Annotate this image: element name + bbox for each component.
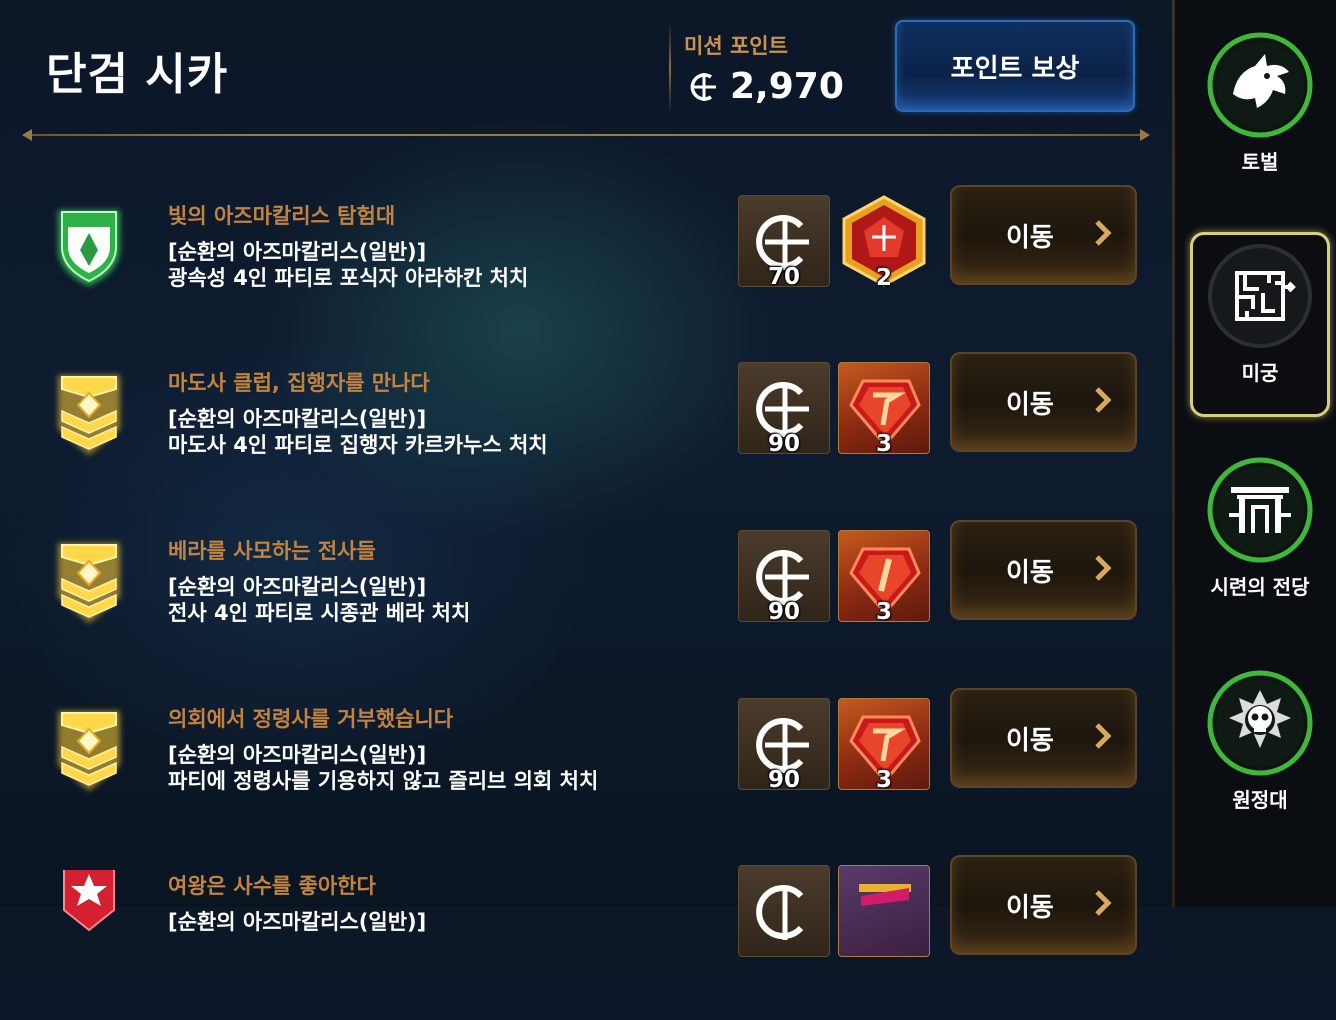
gold-chevron-icon xyxy=(58,375,120,455)
points-reward-tile: 90 xyxy=(738,362,830,454)
mission-row: 마도사 클럽, 집행자를 만나다 [순환의 아즈마칼리스(일반)] 마도사 4인… xyxy=(0,352,1172,517)
sidebar-item-trial-hall[interactable]: 시련의 전당 xyxy=(1190,457,1330,600)
points-reward-tile: 90 xyxy=(738,530,830,622)
points-reward-tile: 90 xyxy=(738,698,830,790)
mission-name: 베라를 사모하는 전사들 xyxy=(168,539,376,563)
chevron-right-icon xyxy=(1095,555,1112,581)
gem-reward-tile: 3 xyxy=(838,530,930,622)
header-divider xyxy=(26,134,1148,136)
page-title: 단검 시카 xyxy=(46,49,229,100)
mission-condition: 마도사 4인 파티로 집행자 카르카누스 처치 xyxy=(168,433,548,457)
move-button[interactable]: 이동 xyxy=(950,520,1137,620)
mission-points-label: 미션 포인트 xyxy=(684,34,788,58)
green-shield-icon xyxy=(58,210,120,286)
points-reward-tile xyxy=(738,865,830,957)
points-amount: 90 xyxy=(767,431,800,454)
mission-name: 여왕은 사수를 좋아한다 xyxy=(168,874,376,898)
mission-panel: 단검 시카 미션 포인트 2,970 포인트 보상 빛의 아즈마칼리스 탐험대 … xyxy=(0,0,1172,957)
divider-cap-icon xyxy=(1140,129,1150,141)
weapon-icon xyxy=(859,884,911,906)
move-button[interactable]: 이동 xyxy=(950,352,1137,452)
skull-icon xyxy=(1207,670,1313,776)
points-reward-tile: 70 xyxy=(738,195,830,287)
move-button[interactable]: 이동 xyxy=(950,185,1137,285)
divider-cap-icon xyxy=(22,129,32,141)
gem-amount: 3 xyxy=(875,767,892,790)
gem-reward-tile: 3 xyxy=(838,362,930,454)
mission-dungeon: [순환의 아즈마칼리스(일반)] xyxy=(168,910,427,934)
point-reward-button[interactable]: 포인트 보상 xyxy=(895,20,1135,112)
move-button[interactable]: 이동 xyxy=(950,855,1137,955)
mission-condition: 전사 4인 파티로 시종관 베라 처치 xyxy=(168,601,471,625)
reward-item-tile xyxy=(838,865,930,957)
move-label: 이동 xyxy=(1006,726,1054,756)
gold-chevron-icon xyxy=(58,711,120,791)
move-label: 이동 xyxy=(1006,893,1054,923)
gold-chevron-icon xyxy=(58,543,120,623)
gate-icon xyxy=(1207,457,1313,563)
sidebar-item-label: 미궁 xyxy=(1241,361,1279,385)
move-label: 이동 xyxy=(1006,390,1054,420)
mission-name: 의회에서 정령사를 거부했습니다 xyxy=(168,707,454,731)
mission-point-icon xyxy=(756,885,804,940)
dragon-icon xyxy=(1207,32,1313,138)
move-button[interactable]: 이동 xyxy=(950,688,1137,788)
maze-icon xyxy=(1208,244,1312,348)
sidebar-item-raid[interactable]: 토벌 xyxy=(1190,32,1330,175)
points-divider xyxy=(669,22,671,114)
nav-icon-ring xyxy=(1207,457,1313,563)
gem-amount: 2 xyxy=(875,265,892,287)
points-amount: 90 xyxy=(767,599,800,622)
mission-condition: 광속성 4인 파티로 포식자 아라하칸 처치 xyxy=(168,266,529,290)
gem-amount: 3 xyxy=(875,599,892,622)
nav-icon-ring xyxy=(1207,670,1313,776)
mission-points: 2,970 xyxy=(686,66,844,107)
chevron-right-icon xyxy=(1095,890,1112,916)
chevron-right-icon xyxy=(1095,387,1112,413)
sidebar-item-expedition[interactable]: 원정대 xyxy=(1190,670,1330,813)
mission-row: 베라를 사모하는 전사들 [순환의 아즈마칼리스(일반)] 전사 4인 파티로 … xyxy=(0,520,1172,685)
points-amount: 90 xyxy=(767,767,800,790)
move-label: 이동 xyxy=(1006,558,1054,588)
gem-reward-tile: 2 xyxy=(838,195,930,287)
red-star-icon xyxy=(63,870,115,932)
gem-reward-tile: 3 xyxy=(838,698,930,790)
mission-row: 여왕은 사수를 좋아한다 [순환의 아즈마칼리스(일반)] 이동 xyxy=(0,855,1172,1020)
mission-point-icon xyxy=(690,72,716,101)
mission-condition: 파티에 정령사를 기용하지 않고 즐리브 의회 처치 xyxy=(168,769,599,793)
nav-icon-ring xyxy=(1207,243,1313,349)
mission-row: 빛의 아즈마칼리스 탐험대 [순환의 아즈마칼리스(일반)] 광속성 4인 파티… xyxy=(0,185,1172,350)
mission-points-value: 2,970 xyxy=(730,66,844,107)
gem-amount: 3 xyxy=(875,431,892,454)
move-label: 이동 xyxy=(1006,223,1054,253)
sidebar-item-label: 토벌 xyxy=(1241,150,1279,174)
mission-name: 빛의 아즈마칼리스 탐험대 xyxy=(168,204,396,228)
sidebar-item-label: 시련의 전당 xyxy=(1210,575,1310,599)
sidebar-item-label: 원정대 xyxy=(1232,788,1288,812)
mission-row: 의회에서 정령사를 거부했습니다 [순환의 아즈마칼리스(일반)] 파티에 정령… xyxy=(0,688,1172,853)
sidebar-item-maze[interactable]: 미궁 xyxy=(1190,232,1330,417)
points-amount: 70 xyxy=(767,264,800,287)
chevron-right-icon xyxy=(1095,723,1112,749)
chevron-right-icon xyxy=(1095,220,1112,246)
mission-name: 마도사 클럽, 집행자를 만나다 xyxy=(168,371,430,395)
nav-icon-ring xyxy=(1207,32,1313,138)
